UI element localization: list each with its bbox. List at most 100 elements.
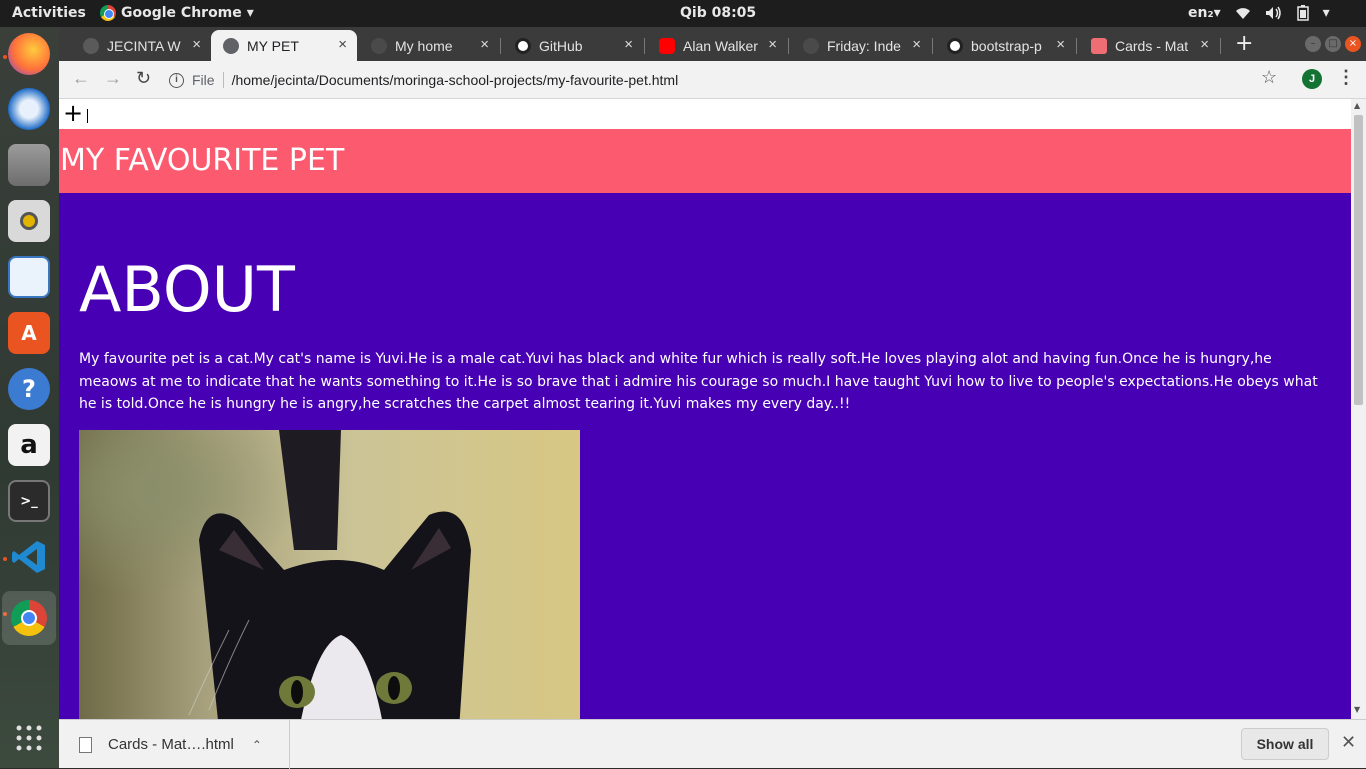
site-favicon-icon — [803, 37, 819, 54]
dock: A ? a >_ — [0, 27, 59, 768]
thunderbird-icon[interactable] — [8, 88, 50, 130]
site-favicon-icon — [83, 37, 99, 54]
tab-divider — [500, 38, 501, 54]
tab-cards[interactable]: Cards - Mat × — [1079, 30, 1219, 61]
download-shelf: Cards - Mat….html ⌃ Show all ✕ — [59, 719, 1366, 769]
firefox-icon[interactable] — [8, 33, 50, 75]
youtube-icon — [659, 37, 675, 54]
close-icon[interactable]: × — [338, 36, 347, 53]
amazon-icon[interactable]: a — [8, 424, 50, 466]
tab-label: GitHub — [539, 37, 583, 54]
close-icon[interactable]: × — [1200, 36, 1209, 53]
tab-github[interactable]: GitHub × — [503, 30, 643, 61]
site-favicon-icon — [371, 37, 387, 54]
chrome-icon[interactable] — [2, 591, 56, 645]
address-bar[interactable]: i File /home/jecinta/Documents/moringa-s… — [169, 66, 1299, 94]
activities-button[interactable]: Activities — [12, 5, 86, 21]
tab-my-pet[interactable]: MY PET × — [211, 30, 357, 61]
tab-label: MY PET — [247, 37, 299, 54]
running-indicator — [3, 557, 7, 561]
tab-strip: JECINTA W × MY PET × My home × GitHub × … — [59, 27, 1366, 61]
url-text[interactable]: /home/jecinta/Documents/moringa-school-p… — [232, 72, 679, 88]
clock[interactable]: Qib 08:05 — [680, 5, 756, 21]
minimize-button[interactable]: – — [1305, 36, 1321, 52]
browser-toolbar: ← → ↻ i File /home/jecinta/Documents/mor… — [59, 61, 1366, 99]
chevron-down-icon: ▾ — [246, 5, 254, 21]
tab-label: bootstrap-p — [971, 37, 1042, 54]
libreoffice-writer-icon[interactable] — [8, 256, 50, 298]
cat-photo — [79, 430, 580, 719]
bookmark-star-icon[interactable]: ☆ — [1261, 67, 1277, 88]
close-icon[interactable]: ✕ — [1341, 732, 1356, 753]
info-icon[interactable]: i — [169, 72, 184, 88]
software-center-icon[interactable]: A — [8, 312, 50, 354]
chevron-up-icon[interactable]: ⌃ — [252, 738, 262, 752]
terminal-icon[interactable]: >_ — [8, 480, 50, 522]
tab-divider — [644, 38, 645, 54]
github-icon — [947, 37, 963, 54]
tab-bootstrap[interactable]: bootstrap-p × — [935, 30, 1075, 61]
show-all-button[interactable]: Show all — [1241, 728, 1329, 760]
plus-button[interactable]: + — [63, 99, 83, 127]
close-icon[interactable]: × — [192, 36, 201, 53]
tab-divider — [788, 38, 789, 54]
language-indicator[interactable]: en₂▾ — [1188, 5, 1221, 21]
scroll-thumb[interactable] — [1354, 115, 1363, 405]
tab-label: My home — [395, 37, 453, 54]
download-filename: Cards - Mat….html — [108, 736, 234, 753]
close-icon[interactable]: × — [480, 36, 489, 53]
scroll-down-arrow-icon[interactable]: ▼ — [1354, 705, 1360, 714]
chevron-down-icon: ▾ — [1213, 5, 1221, 21]
cat-illustration — [188, 430, 471, 719]
scroll-up-arrow-icon[interactable]: ▲ — [1354, 101, 1360, 110]
file-icon — [79, 736, 92, 753]
back-button[interactable]: ← — [72, 68, 90, 89]
app-menu[interactable]: Google Chrome ▾ — [100, 5, 254, 21]
system-tray[interactable]: en₂▾ ▾ — [1188, 5, 1330, 21]
battery-icon[interactable] — [1296, 5, 1309, 21]
system-top-bar: Activities Google Chrome ▾ Qib 08:05 en₂… — [0, 0, 1366, 27]
tab-jecinta[interactable]: JECINTA W × — [71, 30, 211, 61]
chevron-down-icon[interactable]: ▾ — [1323, 5, 1330, 21]
reload-button[interactable]: ↻ — [136, 68, 151, 89]
tab-friday[interactable]: Friday: Inde × — [791, 30, 931, 61]
file-chip[interactable]: File — [192, 72, 224, 88]
wifi-icon[interactable] — [1235, 6, 1251, 20]
tab-divider — [932, 38, 933, 54]
tab-label: Alan Walker — [683, 37, 758, 54]
chrome-menu-button[interactable]: ⋮ — [1337, 67, 1355, 88]
close-icon[interactable]: × — [624, 36, 633, 53]
close-window-button[interactable]: × — [1345, 36, 1361, 52]
text-caret — [87, 109, 88, 123]
materialize-icon — [1091, 37, 1107, 54]
maximize-button[interactable]: □ — [1325, 36, 1341, 52]
help-icon[interactable]: ? — [8, 368, 50, 410]
new-tab-button[interactable]: + — [1235, 31, 1253, 56]
forward-button[interactable]: → — [104, 68, 122, 89]
page-scrollbar[interactable]: ▲ ▼ — [1351, 99, 1366, 719]
app-menu-label: Google Chrome — [121, 5, 242, 21]
running-indicator — [3, 55, 7, 59]
globe-icon — [223, 37, 239, 54]
files-icon[interactable] — [8, 144, 50, 186]
github-icon — [515, 37, 531, 54]
rhythmbox-icon[interactable] — [8, 200, 50, 242]
tab-label: Cards - Mat — [1115, 37, 1189, 54]
vscode-icon[interactable] — [8, 536, 50, 578]
tab-divider — [1220, 38, 1221, 54]
download-item[interactable]: Cards - Mat….html ⌃ — [59, 720, 290, 769]
tab-alan-walker[interactable]: Alan Walker × — [647, 30, 787, 61]
profile-avatar[interactable]: J — [1302, 69, 1322, 89]
about-heading: ABOUT — [79, 253, 295, 326]
page-header: MY FAVOURITE PET — [59, 129, 1351, 193]
tab-divider — [1076, 38, 1077, 54]
close-icon[interactable]: × — [912, 36, 921, 53]
app-grid-icon[interactable] — [8, 717, 50, 759]
close-icon[interactable]: × — [1056, 36, 1065, 53]
tab-my-home[interactable]: My home × — [359, 30, 499, 61]
about-section: ABOUT My favourite pet is a cat.My cat's… — [59, 193, 1351, 719]
page-viewport: + MY FAVOURITE PET ABOUT My favourite pe… — [59, 99, 1351, 719]
close-icon[interactable]: × — [768, 36, 777, 53]
volume-icon[interactable] — [1265, 6, 1283, 20]
tab-label: Friday: Inde — [827, 37, 901, 54]
